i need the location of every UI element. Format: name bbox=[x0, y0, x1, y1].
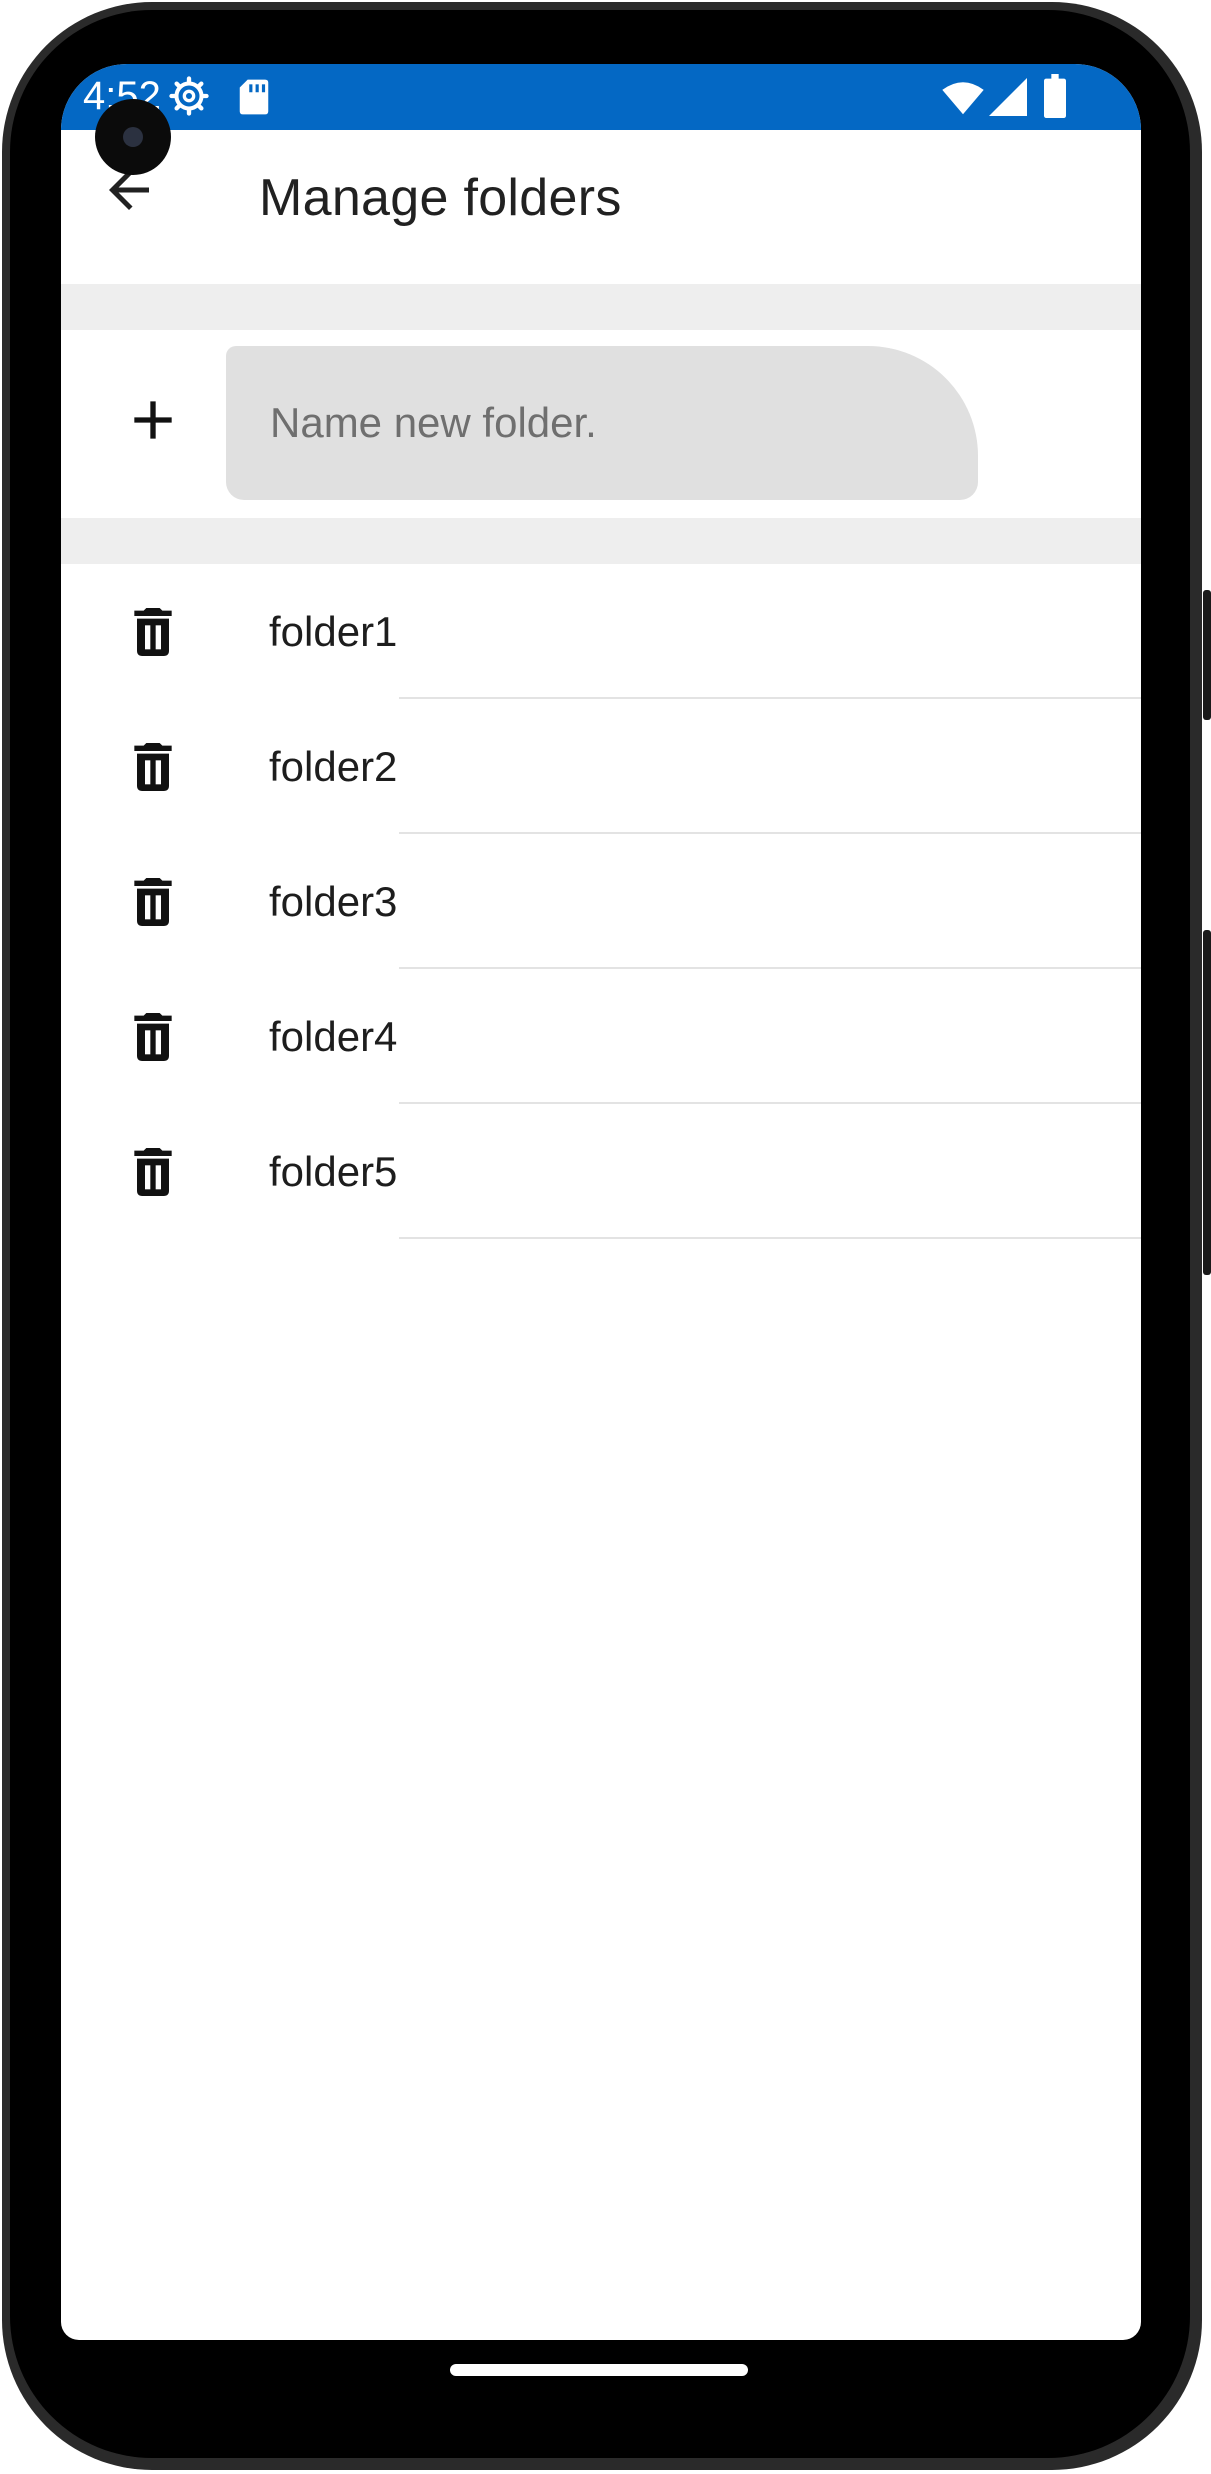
folder-list-item[interactable]: folder1 bbox=[61, 564, 1141, 699]
delete-folder-button[interactable] bbox=[121, 1005, 185, 1069]
section-divider bbox=[61, 284, 1141, 330]
folder-name: folder4 bbox=[269, 1013, 398, 1060]
battery-icon bbox=[1043, 74, 1067, 123]
new-folder-name-input[interactable] bbox=[226, 346, 978, 500]
delete-folder-button[interactable] bbox=[121, 735, 185, 799]
volume-button bbox=[1203, 930, 1211, 1275]
trash-icon bbox=[134, 878, 172, 926]
delete-folder-button[interactable] bbox=[121, 870, 185, 934]
page-title: Manage folders bbox=[259, 169, 622, 227]
screen: 4:52 Manage folders Name new folder. fol… bbox=[61, 64, 1141, 2340]
new-folder-row bbox=[61, 330, 1141, 518]
folder-name: folder1 bbox=[269, 608, 398, 655]
add-folder-button[interactable] bbox=[121, 388, 185, 452]
trash-icon bbox=[134, 608, 172, 656]
plus-icon bbox=[134, 401, 172, 439]
sd-card-icon bbox=[237, 78, 271, 121]
folder-name: folder3 bbox=[269, 878, 398, 925]
folder-list-item[interactable]: folder2 bbox=[61, 699, 1141, 834]
power-button bbox=[1203, 590, 1211, 720]
wifi-icon bbox=[941, 80, 985, 121]
trash-icon bbox=[134, 1013, 172, 1061]
front-camera bbox=[95, 99, 171, 175]
app-bar: Manage folders bbox=[61, 130, 1141, 284]
section-divider bbox=[61, 518, 1141, 564]
folder-name: folder2 bbox=[269, 743, 398, 790]
folder-list-item[interactable]: folder4 bbox=[61, 969, 1141, 1104]
signal-icon bbox=[989, 78, 1027, 121]
trash-icon bbox=[134, 743, 172, 791]
folder-list-item[interactable]: folder3 bbox=[61, 834, 1141, 969]
folder-list-item[interactable]: folder5 bbox=[61, 1104, 1141, 1239]
home-indicator[interactable] bbox=[450, 2364, 748, 2376]
delete-folder-button[interactable] bbox=[121, 600, 185, 664]
status-bar: 4:52 bbox=[61, 64, 1141, 130]
delete-folder-button[interactable] bbox=[121, 1140, 185, 1204]
settings-icon bbox=[169, 76, 209, 121]
row-divider bbox=[399, 1237, 1141, 1239]
trash-icon bbox=[134, 1148, 172, 1196]
folder-name: folder5 bbox=[269, 1148, 398, 1195]
folder-list: folder1 folder2 folder3 folder4 folder5 bbox=[61, 564, 1141, 1239]
